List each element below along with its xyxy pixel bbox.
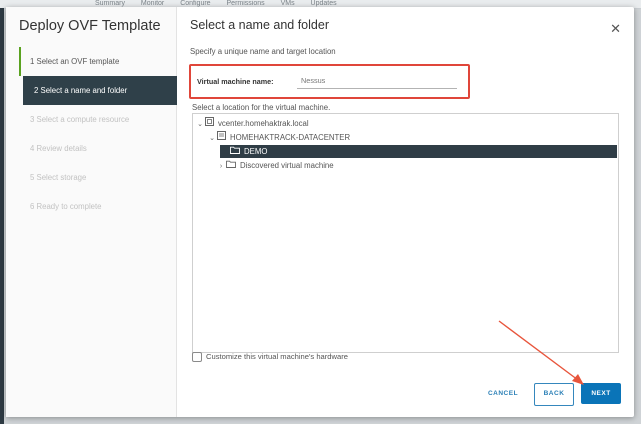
vm-name-highlight: Virtual machine name: <box>189 64 470 99</box>
vm-name-label: Virtual machine name: <box>197 77 274 86</box>
customize-hardware-label: Customize this virtual machine's hardwar… <box>206 352 348 361</box>
background-sidebar <box>0 8 4 424</box>
wizard-steps-pane: Deploy OVF Template 1 Select an OVF temp… <box>6 7 177 417</box>
wizard-content: Select a name and folder ✕ Specify a uni… <box>177 7 634 417</box>
tree-item-discovered-vm[interactable]: › Discovered virtual machine <box>216 159 334 172</box>
bg-tab: VMs <box>280 0 295 7</box>
folder-icon <box>226 159 236 172</box>
tree-item-label: vcenter.homehaktrak.local <box>218 119 309 128</box>
tree-item-vcenter[interactable]: ⌄ vcenter.homehaktrak.local <box>195 117 309 130</box>
location-tree: ⌄ vcenter.homehaktrak.local ⌄ HOMEHAKTRACK… <box>192 113 619 353</box>
bg-tab: Monitor <box>140 0 165 7</box>
tree-item-demo[interactable]: DEMO <box>220 145 617 158</box>
tree-item-label: DEMO <box>244 147 268 156</box>
chevron-down-icon[interactable]: ⌄ <box>195 118 205 131</box>
tree-item-label: Discovered virtual machine <box>240 161 334 170</box>
step-ready-to-complete: 6 Ready to complete <box>30 202 102 211</box>
step-select-ovf-template[interactable]: 1 Select an OVF template <box>19 47 177 76</box>
tree-item-label: HOMEHAKTRACK-DATACENTER <box>230 133 351 142</box>
back-button[interactable]: BACK <box>534 383 574 406</box>
wizard-steps: 1 Select an OVF template 2 Select a name… <box>19 47 177 221</box>
page-title: Select a name and folder <box>190 18 329 32</box>
bg-tab: Permissions <box>226 0 265 7</box>
step-select-name-folder[interactable]: 2 Select a name and folder <box>23 76 177 105</box>
step-review-details: 4 Review details <box>30 144 87 153</box>
background-tabs: Summary Monitor Configure Permissions VM… <box>95 0 351 7</box>
folder-icon <box>230 145 240 158</box>
datacenter-icon <box>217 131 226 144</box>
bg-tab: Summary <box>95 0 125 7</box>
vm-name-input[interactable] <box>297 72 457 89</box>
customize-hardware-checkbox[interactable] <box>192 352 202 362</box>
bg-tab: Configure <box>180 0 211 7</box>
page-subtitle: Specify a unique name and target locatio… <box>190 47 336 56</box>
step-select-storage: 5 Select storage <box>30 173 87 182</box>
next-button[interactable]: NEXT <box>581 383 621 404</box>
location-label: Select a location for the virtual machin… <box>192 103 331 112</box>
wizard-title: Deploy OVF Template <box>19 18 161 34</box>
close-icon[interactable]: ✕ <box>610 21 621 37</box>
deploy-ovf-dialog: Deploy OVF Template 1 Select an OVF temp… <box>6 7 634 417</box>
chevron-right-icon[interactable]: › <box>216 160 226 173</box>
tree-item-datacenter[interactable]: ⌄ HOMEHAKTRACK-DATACENTER <box>207 131 350 144</box>
chevron-down-icon[interactable]: ⌄ <box>207 132 217 145</box>
bg-tab: Updates <box>310 0 337 7</box>
vcenter-icon <box>205 117 214 130</box>
cancel-button[interactable]: CANCEL <box>482 383 524 404</box>
step-select-compute-resource: 3 Select a compute resource <box>30 115 130 124</box>
customize-hardware-option[interactable]: Customize this virtual machine's hardwar… <box>192 352 348 362</box>
